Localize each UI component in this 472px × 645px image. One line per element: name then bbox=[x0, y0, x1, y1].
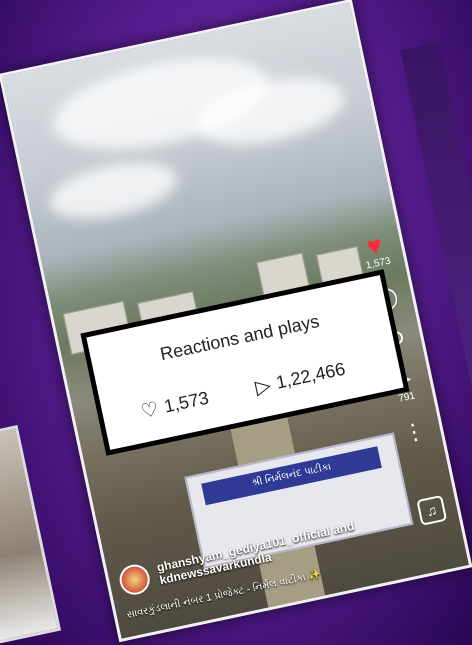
adjacent-screenshot-left bbox=[0, 425, 62, 645]
music-icon[interactable]: ♫ bbox=[416, 494, 448, 526]
likes-count: 1,573 bbox=[162, 387, 211, 417]
plays-stat: ▷ 1,22,466 bbox=[253, 357, 348, 400]
cloud bbox=[44, 152, 183, 229]
play-icon: ▷ bbox=[253, 374, 273, 400]
more-icon[interactable]: ⋮ bbox=[401, 417, 428, 446]
likes-stat: ♡ 1,573 bbox=[138, 386, 211, 425]
more-action[interactable]: ⋮ bbox=[394, 417, 434, 448]
avatar[interactable] bbox=[116, 561, 153, 598]
heart-icon: ♡ bbox=[138, 398, 161, 424]
plays-count: 1,22,466 bbox=[274, 358, 347, 393]
like-action[interactable]: ♥ 1,573 bbox=[354, 229, 397, 273]
